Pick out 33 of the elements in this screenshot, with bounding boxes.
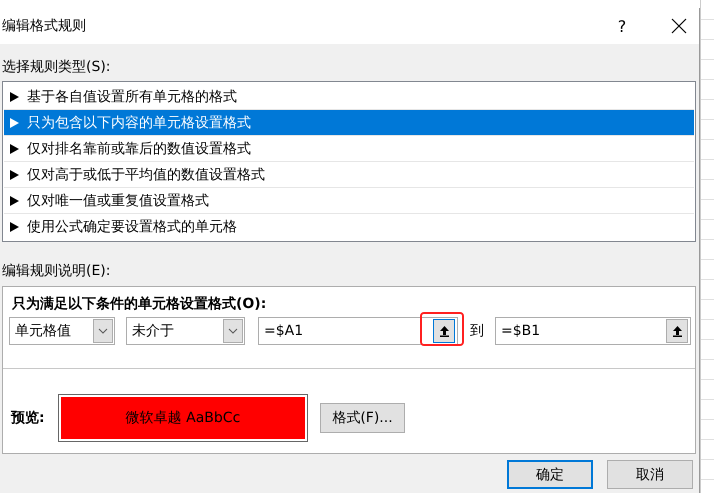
preview-label: 预览: <box>11 409 46 427</box>
rule-type-item[interactable]: 仅对高于或低于平均值的数值设置格式 <box>4 162 694 188</box>
reference-field[interactable]: =$A1 <box>258 317 458 345</box>
help-button[interactable]: ? <box>607 16 637 36</box>
between-label: 到 <box>470 322 484 340</box>
expand-triangle-icon <box>10 196 19 206</box>
reference-field[interactable]: =$B1 <box>495 317 691 345</box>
section-label: 编辑规则说明(E): <box>1 262 112 281</box>
expand-triangle-icon <box>10 144 19 154</box>
dropdown[interactable]: 单元格值 <box>9 317 115 345</box>
chevron-down-icon <box>98 328 108 334</box>
format-button[interactable]: 格式(F)... <box>320 403 405 433</box>
preview-sample: 微软卓越 AaBbCc <box>61 397 305 439</box>
rule-type-item[interactable]: 仅对唯一值或重复值设置格式 <box>4 188 694 214</box>
rule-type-item[interactable]: 仅对排名靠前或靠后的数值设置格式 <box>4 136 694 162</box>
rule-type-item[interactable]: 只为包含以下内容的单元格设置格式 <box>4 110 694 136</box>
expand-triangle-icon <box>10 118 19 128</box>
chevron-down-icon <box>228 328 238 334</box>
expand-triangle-icon <box>10 92 19 102</box>
collapse-dialog-icon <box>438 325 450 337</box>
window-title: 编辑格式规则 <box>2 17 87 35</box>
expand-triangle-icon <box>10 170 19 180</box>
expand-triangle-icon <box>10 222 19 232</box>
dialog-button[interactable]: 确定 <box>507 460 593 489</box>
dropdown[interactable]: 未介于 <box>126 317 245 345</box>
collapse-dialog-icon <box>672 325 682 337</box>
collapse-button[interactable] <box>433 319 455 343</box>
highlight-frame <box>420 312 464 346</box>
condition-label: 只为满足以下条件的单元格设置格式(O): <box>11 295 268 314</box>
collapse-button[interactable] <box>666 319 688 343</box>
dialog-button[interactable]: 取消 <box>607 460 693 489</box>
rule-type-item[interactable]: 使用公式确定要设置格式的单元格 <box>4 214 694 239</box>
section-label: 选择规则类型(S): <box>1 58 112 77</box>
